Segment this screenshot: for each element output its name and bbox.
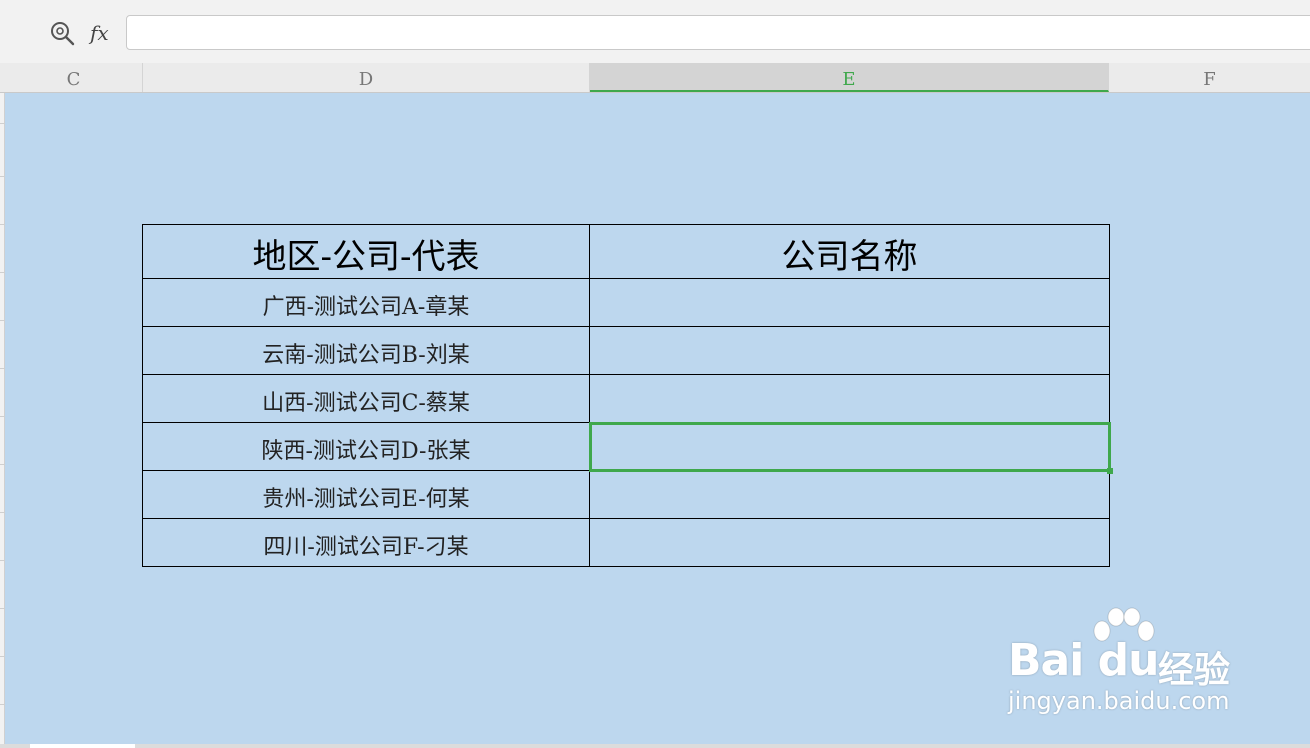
column-header-e[interactable]: E bbox=[590, 63, 1109, 92]
table-row: 陕西-测试公司D-张某 bbox=[142, 421, 1113, 474]
zoom-search-icon[interactable] bbox=[48, 19, 78, 47]
table-row: 广西-测试公司A-章某 bbox=[142, 278, 1110, 327]
cell-e[interactable] bbox=[589, 326, 1110, 375]
column-header-row: C D E F bbox=[0, 63, 1310, 93]
cell-e[interactable] bbox=[589, 278, 1110, 327]
formula-input[interactable] bbox=[126, 15, 1310, 50]
fill-handle[interactable] bbox=[1107, 468, 1113, 474]
header-cell-company-name[interactable]: 公司名称 bbox=[589, 224, 1110, 279]
table-row: 四川-测试公司F-刁某 bbox=[142, 518, 1110, 567]
cell-d[interactable]: 云南-测试公司B-刘某 bbox=[142, 326, 590, 375]
cell-d[interactable]: 山西-测试公司C-蔡某 bbox=[142, 374, 590, 423]
table-header-row: 地区-公司-代表 公司名称 bbox=[142, 224, 1110, 279]
cell-d[interactable]: 贵州-测试公司E-何某 bbox=[142, 470, 590, 519]
data-table: 地区-公司-代表 公司名称 广西-测试公司A-章某 云南-测试公司B-刘某 山西… bbox=[142, 224, 1113, 567]
cell-e[interactable] bbox=[589, 470, 1110, 519]
header-cell-region-company-rep[interactable]: 地区-公司-代表 bbox=[142, 224, 590, 279]
column-header-f[interactable]: F bbox=[1109, 63, 1310, 92]
column-header-c[interactable]: C bbox=[5, 63, 143, 92]
fx-button[interactable]: fx bbox=[90, 18, 118, 48]
sheet-tab[interactable] bbox=[30, 744, 135, 748]
table-row: 云南-测试公司B-刘某 bbox=[142, 326, 1110, 375]
cell-e[interactable] bbox=[589, 518, 1110, 567]
table-row: 贵州-测试公司E-何某 bbox=[142, 470, 1110, 519]
table-row: 山西-测试公司C-蔡某 bbox=[142, 374, 1110, 423]
formula-bar: fx bbox=[0, 0, 1310, 63]
cell-e[interactable] bbox=[589, 374, 1110, 423]
column-header-d[interactable]: D bbox=[143, 63, 590, 92]
cell-d[interactable]: 广西-测试公司A-章某 bbox=[142, 278, 590, 327]
cell-d[interactable]: 四川-测试公司F-刁某 bbox=[142, 518, 590, 567]
selected-cell[interactable] bbox=[588, 421, 1113, 474]
sheet-tab-bar bbox=[0, 744, 1310, 748]
cell-d[interactable]: 陕西-测试公司D-张某 bbox=[142, 422, 590, 471]
